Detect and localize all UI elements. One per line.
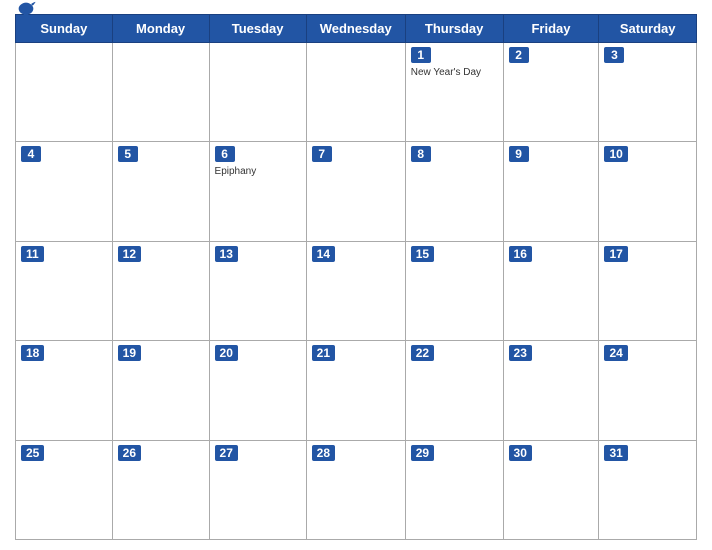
weekday-saturday: Saturday bbox=[599, 15, 697, 43]
calendar-cell: 1 New Year's Day bbox=[405, 43, 503, 142]
day-number: 24 bbox=[604, 345, 627, 361]
calendar-cell: 25 bbox=[16, 440, 113, 539]
calendar-cell bbox=[112, 43, 209, 142]
day-number: 22 bbox=[411, 345, 434, 361]
day-number: 21 bbox=[312, 345, 335, 361]
day-number: 23 bbox=[509, 345, 532, 361]
weekday-tuesday: Tuesday bbox=[209, 15, 306, 43]
week-row-4: 18 19 20 21 22 23 24 bbox=[16, 341, 697, 440]
day-number: 4 bbox=[21, 146, 41, 162]
logo-icon bbox=[15, 1, 37, 19]
day-number: 31 bbox=[604, 445, 627, 461]
calendar-cell: 8 bbox=[405, 142, 503, 241]
weekday-header-row: SundayMondayTuesdayWednesdayThursdayFrid… bbox=[16, 15, 697, 43]
calendar-cell: 13 bbox=[209, 241, 306, 340]
calendar-cell: 30 bbox=[503, 440, 599, 539]
day-number: 14 bbox=[312, 246, 335, 262]
calendar-cell: 2 bbox=[503, 43, 599, 142]
calendar-cell: 17 bbox=[599, 241, 697, 340]
calendar-cell: 21 bbox=[306, 341, 405, 440]
week-row-2: 4 5 6 Epiphany 7 8 9 10 bbox=[16, 142, 697, 241]
day-number: 2 bbox=[509, 47, 529, 63]
day-number: 30 bbox=[509, 445, 532, 461]
day-number: 10 bbox=[604, 146, 627, 162]
day-number: 5 bbox=[118, 146, 138, 162]
day-number: 13 bbox=[215, 246, 238, 262]
day-number: 27 bbox=[215, 445, 238, 461]
logo bbox=[15, 1, 40, 19]
day-number: 9 bbox=[509, 146, 529, 162]
day-number: 15 bbox=[411, 246, 434, 262]
day-number: 25 bbox=[21, 445, 44, 461]
calendar-cell: 5 bbox=[112, 142, 209, 241]
day-number: 16 bbox=[509, 246, 532, 262]
day-number: 26 bbox=[118, 445, 141, 461]
calendar-cell: 19 bbox=[112, 341, 209, 440]
calendar-cell: 12 bbox=[112, 241, 209, 340]
day-number: 17 bbox=[604, 246, 627, 262]
calendar-cell: 27 bbox=[209, 440, 306, 539]
holiday-label: New Year's Day bbox=[411, 67, 498, 78]
day-number: 12 bbox=[118, 246, 141, 262]
calendar-cell: 29 bbox=[405, 440, 503, 539]
weekday-thursday: Thursday bbox=[405, 15, 503, 43]
calendar-cell: 31 bbox=[599, 440, 697, 539]
calendar-table: SundayMondayTuesdayWednesdayThursdayFrid… bbox=[15, 14, 697, 540]
calendar-cell: 7 bbox=[306, 142, 405, 241]
day-number: 1 bbox=[411, 47, 431, 63]
week-row-3: 11 12 13 14 15 16 17 bbox=[16, 241, 697, 340]
calendar-cell: 22 bbox=[405, 341, 503, 440]
week-row-1: 1 New Year's Day 2 3 bbox=[16, 43, 697, 142]
week-row-5: 25 26 27 28 29 30 31 bbox=[16, 440, 697, 539]
day-number: 8 bbox=[411, 146, 431, 162]
calendar-cell: 15 bbox=[405, 241, 503, 340]
weekday-friday: Friday bbox=[503, 15, 599, 43]
weekday-monday: Monday bbox=[112, 15, 209, 43]
calendar-cell: 18 bbox=[16, 341, 113, 440]
weekday-wednesday: Wednesday bbox=[306, 15, 405, 43]
calendar-cell bbox=[209, 43, 306, 142]
day-number: 29 bbox=[411, 445, 434, 461]
holiday-label: Epiphany bbox=[215, 166, 301, 177]
day-number: 6 bbox=[215, 146, 235, 162]
calendar-cell: 14 bbox=[306, 241, 405, 340]
calendar-cell: 16 bbox=[503, 241, 599, 340]
day-number: 11 bbox=[21, 246, 44, 262]
calendar-cell: 24 bbox=[599, 341, 697, 440]
calendar-cell: 11 bbox=[16, 241, 113, 340]
day-number: 19 bbox=[118, 345, 141, 361]
calendar-cell: 3 bbox=[599, 43, 697, 142]
calendar-cell: 4 bbox=[16, 142, 113, 241]
calendar-cell: 10 bbox=[599, 142, 697, 241]
calendar-cell: 6 Epiphany bbox=[209, 142, 306, 241]
calendar-cell: 20 bbox=[209, 341, 306, 440]
calendar-cell: 9 bbox=[503, 142, 599, 241]
calendar-cell: 26 bbox=[112, 440, 209, 539]
day-number: 18 bbox=[21, 345, 44, 361]
day-number: 20 bbox=[215, 345, 238, 361]
day-number: 28 bbox=[312, 445, 335, 461]
day-number: 3 bbox=[604, 47, 624, 63]
calendar-cell bbox=[16, 43, 113, 142]
calendar-cell: 28 bbox=[306, 440, 405, 539]
calendar-cell: 23 bbox=[503, 341, 599, 440]
calendar-cell bbox=[306, 43, 405, 142]
day-number: 7 bbox=[312, 146, 332, 162]
